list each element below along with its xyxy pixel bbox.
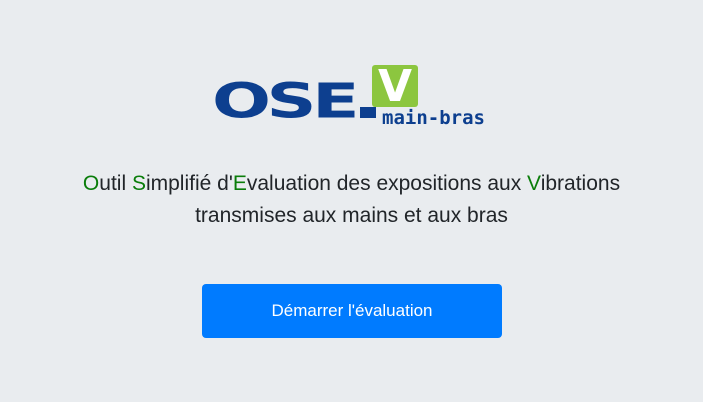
logo-subtitle: main-bras — [382, 107, 485, 129]
landing-page: OSE V main-bras Outil Simplifié d'Evalua… — [0, 0, 703, 402]
tagline-initial: V — [527, 172, 541, 195]
tagline-text: util — [99, 172, 132, 195]
tagline-initial: O — [82, 172, 100, 195]
tagline-initial: E — [232, 172, 247, 195]
start-evaluation-button[interactable]: Démarrer l'évaluation — [202, 284, 502, 338]
tagline-line-1: Outil Simplifié d'Evaluation des exposit… — [0, 168, 703, 200]
tagline-line-2: transmises aux mains et aux bras — [195, 204, 508, 227]
logo-badge-letter: V — [378, 63, 412, 112]
logo-main-text: OSE — [212, 73, 355, 129]
tagline-initial: S — [131, 172, 146, 195]
logo-connector — [360, 107, 376, 118]
tagline-text: implifié d' — [145, 172, 233, 195]
tagline-text: valuation des expositions aux — [246, 172, 528, 195]
app-logo: OSE V main-bras — [212, 63, 507, 129]
ose-v-logo: OSE V main-bras — [212, 63, 485, 129]
app-tagline: Outil Simplifié d'Evaluation des exposit… — [0, 168, 703, 232]
tagline-text: ibrations — [540, 172, 621, 195]
